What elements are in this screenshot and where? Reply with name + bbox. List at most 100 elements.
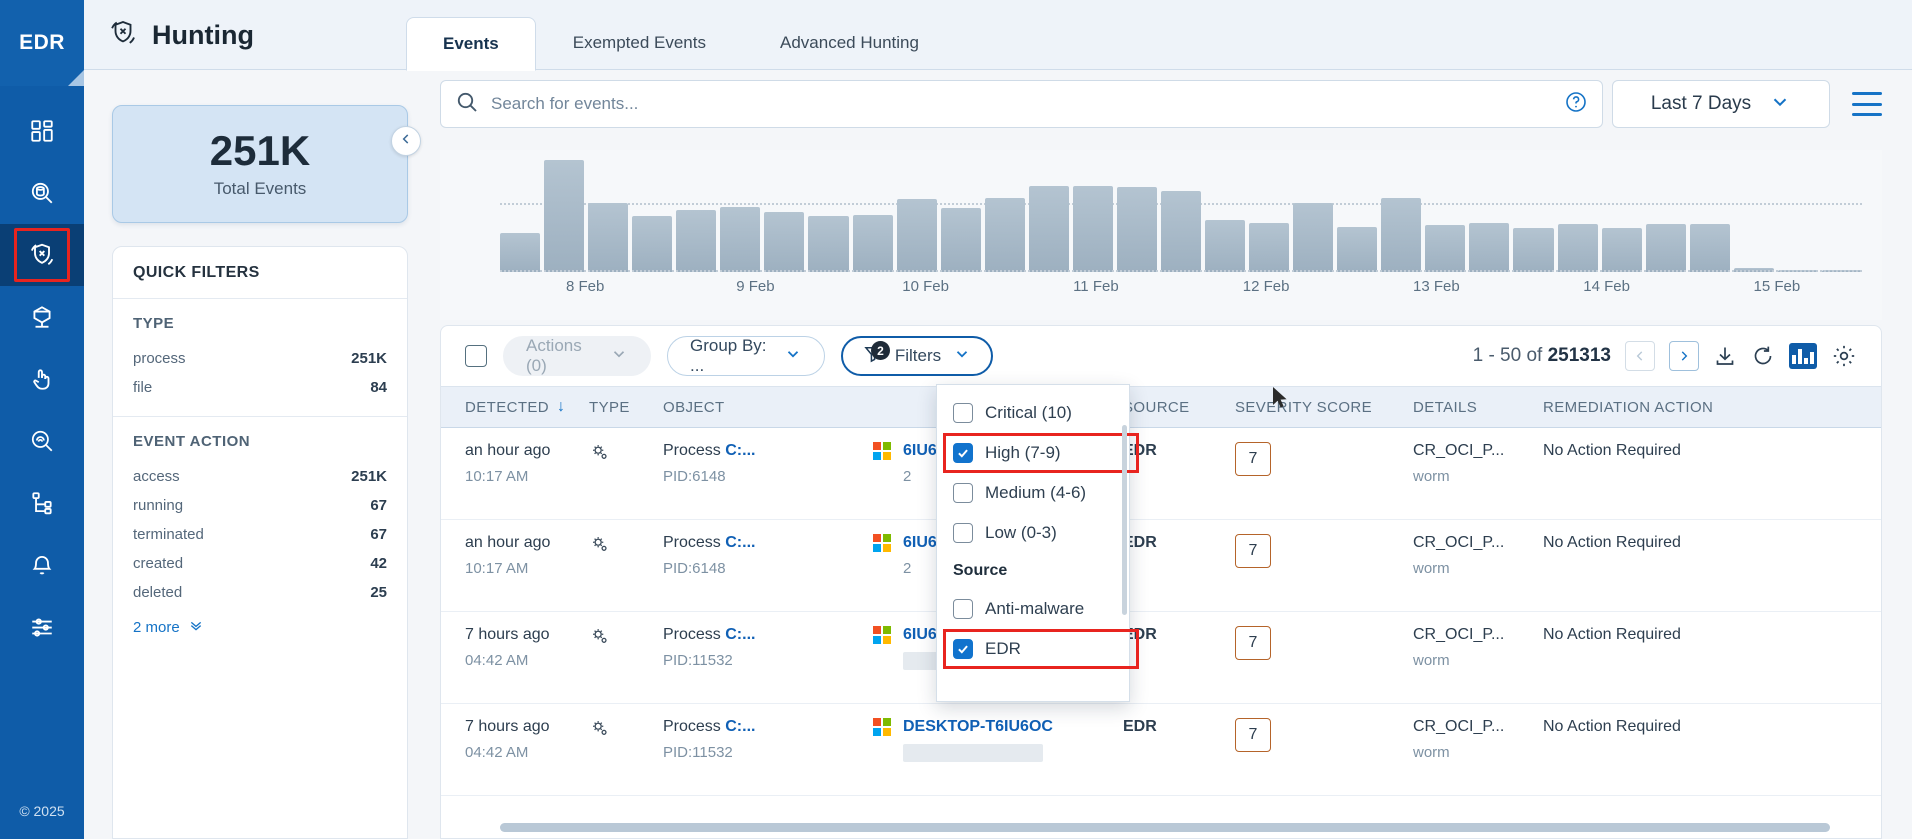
download-icon[interactable]: [1713, 344, 1737, 368]
date-range-selector[interactable]: Last 7 Days: [1612, 80, 1830, 128]
sidebar-item-settings[interactable]: [0, 596, 84, 658]
toolbar-right-group: 1 - 50 of 251313: [1473, 341, 1857, 371]
next-page-button[interactable]: [1669, 341, 1699, 371]
filter-option-critical-10[interactable]: Critical (10): [937, 393, 1129, 433]
collapse-panel-button[interactable]: [391, 126, 421, 156]
chart-bar[interactable]: [1160, 191, 1201, 272]
filter-option-label: High (7-9): [985, 443, 1061, 462]
search-input[interactable]: [491, 94, 1564, 114]
select-all-checkbox[interactable]: [465, 345, 487, 367]
sidebar-item-forensics[interactable]: [0, 410, 84, 472]
gear-icon[interactable]: [1831, 343, 1857, 369]
column-header-remediation-action[interactable]: REMEDIATION ACTION: [1543, 399, 1803, 416]
prev-page-button[interactable]: [1625, 341, 1655, 371]
horizontal-scrollbar[interactable]: [500, 823, 1830, 832]
object-path-link[interactable]: C:...: [725, 626, 755, 643]
chart-bar[interactable]: [1028, 185, 1069, 272]
filter-option-high-7-9[interactable]: High (7-9): [937, 433, 1139, 473]
sidebar-item-investigate[interactable]: [0, 162, 84, 224]
object-path-link[interactable]: C:...: [725, 442, 755, 459]
table-row[interactable]: 7 hours ago 04:42 AM Process C:... PID:1153…: [441, 612, 1881, 704]
column-header-type[interactable]: TYPE: [589, 399, 663, 416]
group-by-dropdown-button[interactable]: Group By: ...: [667, 336, 825, 376]
sidebar-item-topology[interactable]: [0, 472, 84, 534]
column-header-severity-score[interactable]: SEVERITY SCORE: [1235, 399, 1413, 416]
chart-bar[interactable]: [808, 216, 849, 272]
filter-option-checkbox[interactable]: [953, 523, 973, 543]
chart-bar[interactable]: [764, 211, 805, 272]
hamburger-menu-icon[interactable]: [1852, 92, 1882, 116]
filter-option-anti-malware[interactable]: Anti-malware: [937, 589, 1129, 629]
sidebar-item-hunting[interactable]: [0, 224, 84, 286]
chart-bar[interactable]: [632, 216, 673, 272]
chart-bar[interactable]: [500, 232, 541, 272]
quick-filter-row-created[interactable]: created 42: [133, 549, 387, 578]
object-path-link[interactable]: C:...: [725, 718, 755, 735]
chart-bar[interactable]: [588, 202, 629, 272]
filter-option-low-0-3[interactable]: Low (0-3): [937, 513, 1129, 553]
quick-filter-row-access[interactable]: access 251K: [133, 462, 387, 491]
quick-filter-row-process[interactable]: process 251K: [133, 344, 387, 373]
total-events-card[interactable]: 251K Total Events: [112, 105, 408, 223]
tab-advanced-hunting[interactable]: Advanced Hunting: [743, 16, 956, 70]
filter-option-checkbox[interactable]: [953, 403, 973, 423]
tab-events[interactable]: Events: [406, 17, 536, 71]
filters-dropdown-button[interactable]: 2 Filters: [841, 336, 993, 376]
chart-bar[interactable]: [1337, 227, 1378, 272]
bar-chart-icon[interactable]: [1789, 343, 1817, 369]
chart-bar[interactable]: [544, 160, 585, 272]
chart-bar[interactable]: [1513, 228, 1554, 272]
quick-filter-row-terminated[interactable]: terminated 67: [133, 520, 387, 549]
chart-bar[interactable]: [1469, 222, 1510, 272]
chart-bar[interactable]: [940, 208, 981, 272]
tab-exempted-events[interactable]: Exempted Events: [536, 16, 743, 70]
column-header-details[interactable]: DETAILS: [1413, 399, 1543, 416]
chart-bar[interactable]: [852, 214, 893, 272]
filter-option-medium-4-6[interactable]: Medium (4-6): [937, 473, 1129, 513]
chart-bar[interactable]: [720, 207, 761, 272]
filter-option-checkbox[interactable]: [953, 639, 973, 659]
sidebar-item-response[interactable]: [0, 348, 84, 410]
column-header-detected[interactable]: DETECTED ↓: [441, 398, 589, 416]
chart-bar[interactable]: [1249, 222, 1290, 272]
chart-bar[interactable]: [1557, 223, 1598, 272]
quick-filter-row-deleted[interactable]: deleted 25: [133, 578, 387, 607]
chart-bar[interactable]: [1293, 202, 1334, 272]
quick-filter-row-file[interactable]: file 84: [133, 373, 387, 402]
search-bar[interactable]: [440, 80, 1603, 128]
host-name-link[interactable]: DESKTOP-T6IU6OC: [903, 718, 1053, 735]
chevron-down-icon: [784, 345, 802, 368]
sidebar-item-dashboard[interactable]: [0, 100, 84, 162]
chart-bar[interactable]: [1689, 223, 1730, 272]
sidebar-item-alerts[interactable]: [0, 534, 84, 596]
refresh-icon[interactable]: [1751, 344, 1775, 368]
quick-filter-row-running[interactable]: running 67: [133, 491, 387, 520]
chart-bar[interactable]: [1116, 186, 1157, 272]
chart-bars[interactable]: [500, 160, 1862, 272]
chart-bar[interactable]: [676, 210, 717, 272]
chart-bar[interactable]: [896, 199, 937, 272]
chart-bar[interactable]: [1205, 220, 1246, 272]
column-header-object[interactable]: OBJECT: [663, 399, 873, 416]
chart-bar[interactable]: [1072, 185, 1113, 272]
filter-option-checkbox[interactable]: [953, 483, 973, 503]
chart-bar[interactable]: [1645, 223, 1686, 272]
sidebar-item-assets[interactable]: [0, 286, 84, 348]
question-circle-icon[interactable]: [1564, 90, 1588, 119]
brand-logo[interactable]: EDR: [0, 0, 84, 86]
object-path-link[interactable]: C:...: [725, 534, 755, 551]
show-more-filters-button[interactable]: 2 more: [133, 617, 387, 637]
filter-option-checkbox[interactable]: [953, 443, 973, 463]
chart-bar[interactable]: [984, 198, 1025, 272]
table-row[interactable]: an hour ago 10:17 AM Process C:... PID:6148…: [441, 520, 1881, 612]
dropdown-scrollbar[interactable]: [1122, 425, 1127, 615]
table-row[interactable]: 7 hours ago 04:42 AM Process C:... PID:1153…: [441, 704, 1881, 796]
chart-bar[interactable]: [1601, 228, 1642, 272]
filter-option-checkbox[interactable]: [953, 599, 973, 619]
chart-bar[interactable]: [1425, 224, 1466, 272]
actions-dropdown-button[interactable]: Actions (0): [503, 336, 651, 376]
filter-option-edr[interactable]: EDR: [937, 629, 1139, 669]
table-row[interactable]: an hour ago 10:17 AM Process C:... PID:6148…: [441, 428, 1881, 520]
chart-bar[interactable]: [1381, 198, 1422, 272]
column-header-source[interactable]: SOURCE: [1123, 399, 1235, 416]
